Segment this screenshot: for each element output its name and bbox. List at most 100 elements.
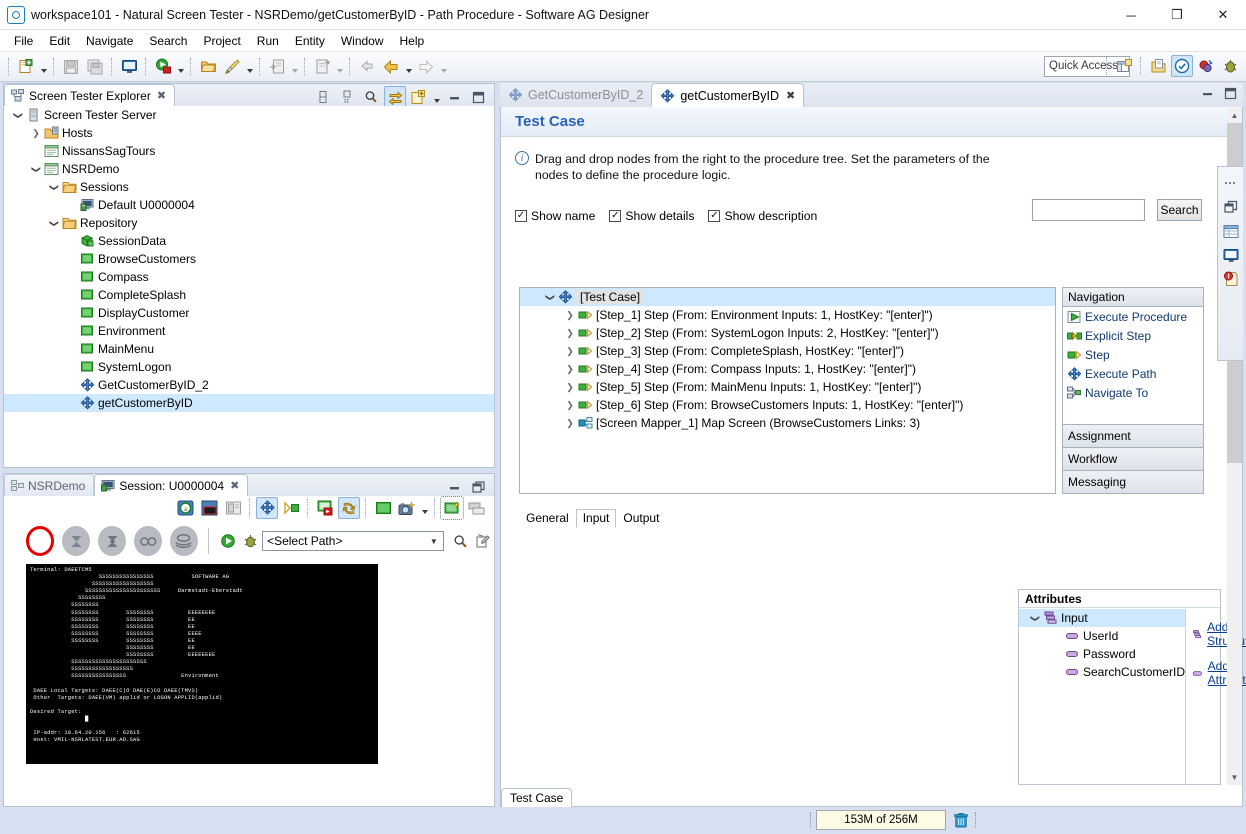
record-button[interactable] [26,526,55,556]
explorer-tree-item[interactable]: GetCustomerByID_2 [4,376,494,394]
link-with-editor-icon[interactable] [336,86,358,108]
attribute-tree-item[interactable]: UserId [1019,627,1185,645]
explorer-tree-item[interactable]: Screen Tester Server [4,106,494,124]
chevron-down-icon[interactable] [1027,609,1043,627]
trash-icon[interactable] [950,810,972,830]
procedure-tree-item[interactable]: [Step_6] Step (From: BrowseCustomers Inp… [520,396,1055,414]
procedure-tree-item[interactable]: [Screen Mapper_1] Map Screen (BrowseCust… [520,414,1055,432]
new-item-icon[interactable] [408,86,430,108]
fastview-handle-icon[interactable] [1220,171,1242,195]
menu-window[interactable]: Window [333,32,392,50]
palette-section-messaging[interactable]: Messaging [1062,471,1204,494]
explorer-tree-item[interactable]: Default U0000004 [4,196,494,214]
explorer-tree-item[interactable]: Compass [4,268,494,286]
tab-nsrdemo[interactable]: NSRDemo [4,474,95,496]
editor-tab-getcustomerbyid[interactable]: getCustomerByID ✖ [651,83,805,107]
checkbox-show-description[interactable]: Show description [708,209,831,223]
menu-edit[interactable]: Edit [41,32,78,50]
terminal-window-icon[interactable] [198,497,220,519]
explorer-tree-item[interactable]: Hosts [4,124,494,142]
capture-dropdown-arrow[interactable] [419,498,430,518]
close-button[interactable]: ✕ [1200,0,1246,30]
heap-status[interactable]: 153M of 256M [816,810,946,830]
explorer-tree-item[interactable]: SessionData [4,232,494,250]
tab-screen-tester-explorer[interactable]: Screen Tester Explorer ✖ [4,84,176,106]
new-screen-icon[interactable] [440,496,464,520]
explorer-tree-item[interactable]: NSRDemo [4,160,494,178]
chevron-right-icon[interactable] [562,342,578,360]
maximize-editor-icon[interactable] [1224,87,1237,103]
search-input[interactable] [1032,199,1145,221]
palette-header[interactable]: Navigation [1062,287,1204,307]
new-dropdown-arrow[interactable] [38,57,49,77]
select-path-combo[interactable]: <Select Path> ▼ [262,531,444,551]
properties-view-icon[interactable] [1220,219,1242,243]
menu-help[interactable]: Help [392,32,433,50]
menu-project[interactable]: Project [195,32,248,50]
back-dropdown-arrow[interactable] [403,57,414,77]
loop-button[interactable] [134,526,163,556]
procedure-tree-item[interactable]: [Step_2] Step (From: SystemLogon Inputs:… [520,324,1055,342]
new-icon[interactable] [15,56,37,78]
chevron-right-icon[interactable] [562,360,578,378]
palette-items[interactable]: Execute Procedure Explicit Step Step Execut… [1062,307,1204,425]
edit-path-icon[interactable] [472,530,493,552]
explorer-tab-close-icon[interactable]: ✖ [157,89,166,102]
minimize-editor-icon[interactable] [1201,87,1214,103]
minimize-button[interactable]: ─ [1108,0,1154,30]
stop-down-button[interactable] [62,526,91,556]
explorer-tree-item[interactable]: MainMenu [4,340,494,358]
menu-file[interactable]: File [6,32,41,50]
chevron-down-icon[interactable] [10,106,26,124]
menu-entity[interactable]: Entity [287,32,333,50]
synchronize-icon[interactable] [384,86,406,108]
search-path-icon[interactable] [450,530,471,552]
palette-section-assignment[interactable]: Assignment [1062,425,1204,448]
collapse-all-icon[interactable] [312,86,334,108]
palette-item[interactable]: Navigate To [1063,383,1203,402]
swap-button[interactable] [170,526,198,556]
palette-section-workflow[interactable]: Workflow [1062,448,1204,471]
procedure-tree-item[interactable]: [Step_3] Step (From: CompleteSplash, Hos… [520,342,1055,360]
chevron-right-icon[interactable] [562,306,578,324]
scroll-down-icon[interactable]: ▼ [1227,770,1242,785]
tab-input[interactable]: Input [575,509,617,528]
explorer-tree-item[interactable]: Repository [4,214,494,232]
explorer-tree-item[interactable]: NissansSagTours [4,142,494,160]
procedure-tree-item[interactable]: [Step_1] Step (From: Environment Inputs:… [520,306,1055,324]
capture-screen-icon[interactable] [396,497,418,519]
attribute-tree-item[interactable]: Password [1019,645,1185,663]
tab-output[interactable]: Output [616,509,666,528]
palette-item[interactable]: Step [1063,345,1203,364]
attribute-tree-item[interactable]: SearchCustomerID [1019,663,1185,681]
run-icon[interactable] [152,56,174,78]
chevron-right-icon[interactable] [28,124,44,142]
open-folder-icon[interactable] [197,56,219,78]
step-exec-icon[interactable] [280,497,302,519]
bottom-tab-test-case[interactable]: Test Case [501,788,573,807]
search-icon[interactable] [360,86,382,108]
menu-run[interactable]: Run [249,32,287,50]
editor-tab-close-icon[interactable]: ✖ [786,89,795,102]
console-icon[interactable] [118,56,140,78]
procedure-tree-item[interactable]: [Step_5] Step (From: MainMenu Inputs: 1,… [520,378,1055,396]
brush-dropdown-arrow[interactable] [244,57,255,77]
run-dropdown-arrow[interactable] [175,57,186,77]
attributes-tree[interactable]: Input UserId Password SearchCustomerID [1019,609,1187,784]
tab-session[interactable]: Session: U0000004 ✖ [94,474,249,496]
session-tab-close-icon[interactable]: ✖ [230,479,239,492]
attribute-tree-item[interactable]: Input [1019,609,1186,627]
checkbox-show-details[interactable]: Show details [609,209,708,223]
palette-item[interactable]: Execute Path [1063,364,1203,383]
restore-fastview-icon[interactable] [1220,195,1242,219]
explorer-tree-item[interactable]: DisplayCustomer [4,304,494,322]
show-name-checkbox[interactable] [515,210,527,222]
chevron-down-icon[interactable] [46,214,62,232]
menu-search[interactable]: Search [141,32,195,50]
chevron-right-icon[interactable] [562,378,578,396]
palette-item[interactable]: Explicit Step [1063,326,1203,345]
console-view-icon[interactable] [1220,243,1242,267]
tab-general[interactable]: General [519,509,576,528]
explorer-tree-item[interactable]: Sessions [4,178,494,196]
brush-icon[interactable] [221,56,243,78]
